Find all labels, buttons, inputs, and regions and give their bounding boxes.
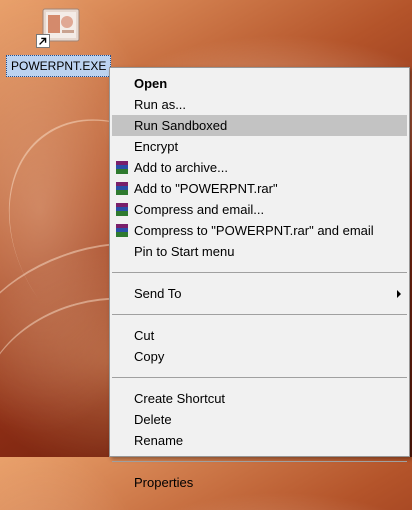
menu-item-compress-to-rar-and-email[interactable]: Compress to "POWERPNT.rar" and email	[112, 220, 407, 241]
menu-item-label: Rename	[134, 433, 184, 448]
menu-item-rename[interactable]: Rename	[112, 430, 407, 451]
menu-item-label: Run Sandboxed	[134, 118, 228, 133]
menu-item-copy[interactable]: Copy	[112, 346, 407, 367]
menu-item-label: Open	[134, 76, 168, 91]
menu-item-label: Delete	[134, 412, 172, 427]
menu-item-add-to-archive[interactable]: Add to archive...	[112, 157, 407, 178]
desktop-icon-label: POWERPNT.EXE	[6, 55, 112, 77]
menu-item-label: Pin to Start menu	[134, 244, 235, 259]
menu-item-create-shortcut[interactable]: Create Shortcut	[112, 388, 407, 409]
menu-separator	[112, 461, 407, 462]
menu-item-cut[interactable]: Cut	[112, 325, 407, 346]
winrar-books-icon	[116, 224, 128, 237]
menu-separator	[112, 314, 407, 315]
menu-item-compress-and-email[interactable]: Compress and email...	[112, 199, 407, 220]
menu-item-label: Send To	[134, 286, 182, 301]
chevron-right-icon	[397, 290, 401, 298]
winrar-books-icon	[116, 203, 128, 216]
winrar-books-icon	[116, 182, 128, 195]
menu-item-send-to[interactable]: Send To	[112, 283, 407, 304]
menu-item-label: Cut	[134, 328, 155, 343]
menu-item-open[interactable]: Open	[112, 73, 407, 94]
menu-item-pin-to-start[interactable]: Pin to Start menu	[112, 241, 407, 262]
menu-separator	[112, 272, 407, 273]
menu-item-encrypt[interactable]: Encrypt	[112, 136, 407, 157]
shortcut-arrow-icon	[36, 34, 50, 48]
menu-item-properties[interactable]: Properties	[112, 472, 407, 493]
menu-item-label: Encrypt	[134, 139, 179, 154]
menu-item-run-sandboxed[interactable]: Run Sandboxed	[112, 115, 407, 136]
menu-separator	[112, 377, 407, 378]
menu-item-label: Run as...	[134, 97, 187, 112]
menu-item-label: Compress and email...	[134, 202, 265, 217]
menu-item-label: Add to "POWERPNT.rar"	[134, 181, 278, 196]
menu-item-label: Add to archive...	[134, 160, 228, 175]
menu-item-label: Properties	[134, 475, 194, 490]
menu-item-label: Create Shortcut	[134, 391, 226, 406]
menu-item-label: Compress to "POWERPNT.rar" and email	[134, 223, 374, 238]
menu-item-delete[interactable]: Delete	[112, 409, 407, 430]
desktop-shortcut-powerpnt[interactable]: POWERPNT.EXE	[4, 4, 112, 77]
context-menu: Open Run as... Run Sandboxed Encrypt Add…	[109, 67, 410, 490]
menu-item-add-to-rar[interactable]: Add to "POWERPNT.rar"	[112, 178, 407, 199]
winrar-books-icon	[116, 161, 128, 174]
menu-item-label: Copy	[134, 349, 165, 364]
menu-item-run-as[interactable]: Run as...	[112, 94, 407, 115]
